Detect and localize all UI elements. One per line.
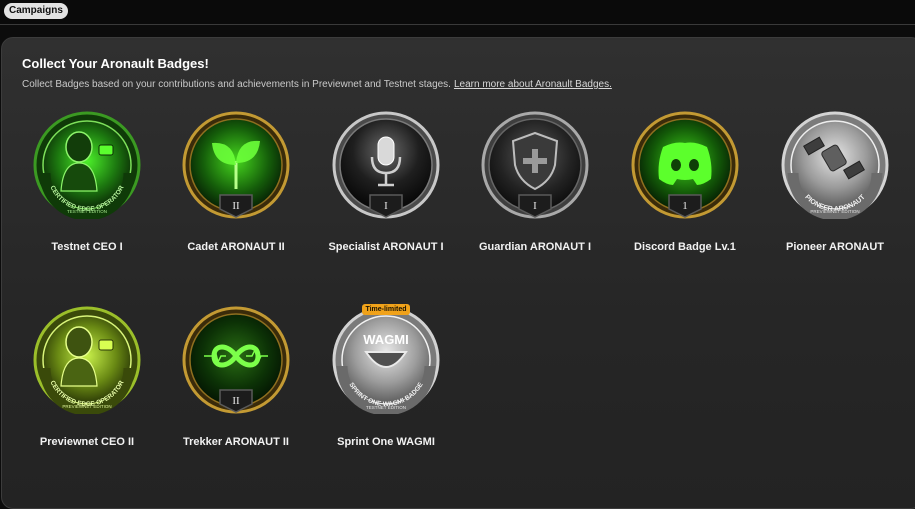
badge-name: Trekker ARONAUT II (183, 436, 289, 448)
badge-name: Testnet CEO I (51, 241, 123, 253)
badge-name: Specialist ARONAUT I (328, 241, 444, 253)
learn-more-link[interactable]: Learn more about Aronault Badges. (454, 79, 612, 90)
badge-card[interactable]: II Trekker ARONAUT II (166, 306, 306, 496)
badge-edition: TESTNET EDITION (67, 209, 107, 214)
robot-operator-icon: CERTIFIED EDGE OPERATOR PREVIEWNET EDITI… (33, 306, 141, 414)
page-title: Collect Your Aronault Badges! (22, 56, 209, 71)
microphone-icon: I (332, 111, 440, 219)
badge-name: Discord Badge Lv.1 (634, 241, 736, 253)
badge-level: I (384, 200, 388, 212)
sprout-icon: II (182, 111, 290, 219)
top-bar: Campaigns (0, 0, 915, 25)
page-description: Collect Badges based on your contributio… (22, 79, 612, 90)
badge-level: 1 (682, 200, 688, 212)
badge-level: II (232, 200, 240, 212)
badge-card[interactable]: PIONEER ARONAUT PREVIEWNET EDITION Pione… (765, 111, 905, 301)
satellite-icon: PIONEER ARONAUT PREVIEWNET EDITION (781, 111, 889, 219)
badge-card[interactable]: Time-limited WAGMI SPRINT ONE WAGMI BADG… (316, 304, 456, 496)
infinity-icon: II (182, 306, 290, 414)
badge-level: I (533, 200, 537, 212)
badge-edition: TESTNET EDITION (366, 405, 406, 410)
badge-level: II (232, 395, 240, 407)
campaigns-tab[interactable]: Campaigns (4, 3, 68, 19)
badge-card[interactable]: CERTIFIED EDGE OPERATOR TESTNET EDITION … (17, 111, 157, 301)
time-limited-tag: Time-limited (362, 304, 410, 315)
badge-name: Guardian ARONAUT I (478, 241, 592, 253)
discord-icon: 1 (631, 111, 739, 219)
badge-card[interactable]: II Cadet ARONAUT II (166, 111, 306, 301)
badge-edition: PREVIEWNET EDITION (62, 404, 111, 409)
shield-plus-icon: I (481, 111, 589, 219)
wagmi-face-icon: WAGMI SPRINT ONE WAGMI BADGE TESTNET EDI… (332, 306, 440, 414)
badge-name: Pioneer ARONAUT (786, 241, 884, 253)
badge-name: Cadet ARONAUT II (187, 241, 285, 253)
badge-name: Sprint One WAGMI (337, 436, 435, 448)
badge-card[interactable]: I Specialist ARONAUT I (316, 111, 456, 301)
description-text: Collect Badges based on your contributio… (22, 79, 451, 90)
badge-emblem: WAGMI (363, 332, 409, 347)
badge-name: Previewnet CEO II (39, 436, 135, 448)
badge-edition: PREVIEWNET EDITION (810, 209, 859, 214)
robot-operator-icon: CERTIFIED EDGE OPERATOR TESTNET EDITION (33, 111, 141, 219)
badge-card[interactable]: 1 Discord Badge Lv.1 (615, 111, 755, 301)
badge-card[interactable]: I Guardian ARONAUT I (465, 111, 605, 301)
badges-panel: Collect Your Aronault Badges! Collect Ba… (1, 37, 915, 509)
badge-card[interactable]: CERTIFIED EDGE OPERATOR PREVIEWNET EDITI… (17, 306, 157, 496)
